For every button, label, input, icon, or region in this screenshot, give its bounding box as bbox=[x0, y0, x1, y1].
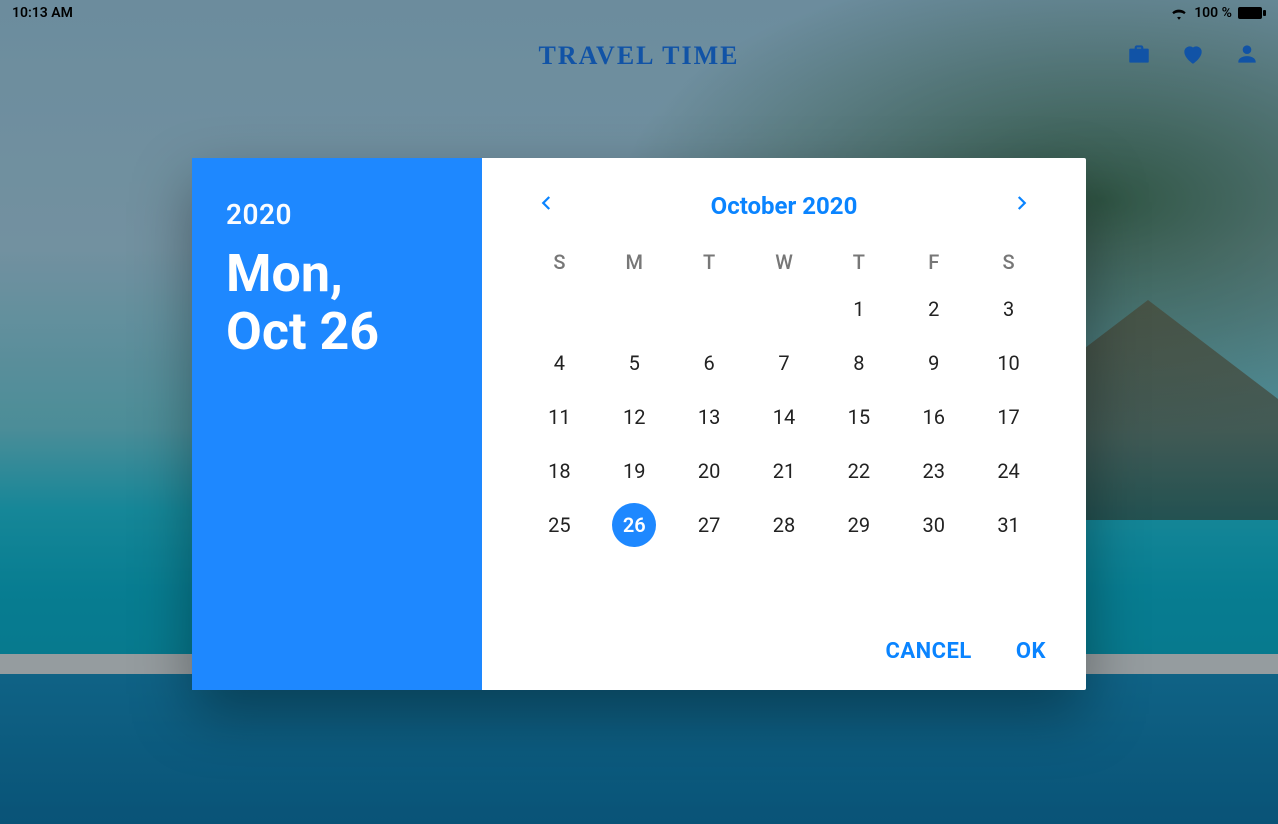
calendar-day-3[interactable]: 3 bbox=[971, 282, 1046, 336]
chevron-right-icon bbox=[1012, 194, 1030, 216]
calendar-day-9[interactable]: 9 bbox=[896, 336, 971, 390]
calendar-day-26[interactable]: 26 bbox=[597, 498, 672, 552]
cancel-button[interactable]: CANCEL bbox=[885, 639, 971, 664]
calendar-day-13[interactable]: 13 bbox=[672, 390, 747, 444]
calendar-day-2[interactable]: 2 bbox=[896, 282, 971, 336]
calendar-day-27[interactable]: 27 bbox=[672, 498, 747, 552]
calendar-day-22[interactable]: 22 bbox=[821, 444, 896, 498]
app-header: TRAVEL TIME bbox=[0, 24, 1278, 88]
calendar-week-row: 25262728293031 bbox=[522, 498, 1046, 552]
calendar-panel: October 2020 S M T W T F S 1234567891011… bbox=[482, 158, 1086, 690]
calendar-day-12[interactable]: 12 bbox=[597, 390, 672, 444]
weekday-label: S bbox=[522, 244, 597, 280]
prev-month-button[interactable] bbox=[532, 190, 562, 220]
calendar-day-16[interactable]: 16 bbox=[896, 390, 971, 444]
calendar-day-4[interactable]: 4 bbox=[522, 336, 597, 390]
chevron-left-icon bbox=[538, 194, 556, 216]
weekday-label: M bbox=[597, 244, 672, 280]
selected-date-line2: Oct 26 bbox=[226, 303, 448, 361]
calendar-empty-cell bbox=[672, 282, 747, 336]
calendar-empty-cell bbox=[597, 282, 672, 336]
calendar-day-23[interactable]: 23 bbox=[896, 444, 971, 498]
heart-icon[interactable] bbox=[1180, 41, 1206, 71]
calendar-day-1[interactable]: 1 bbox=[821, 282, 896, 336]
calendar-day-8[interactable]: 8 bbox=[821, 336, 896, 390]
app-logo: TRAVEL TIME bbox=[539, 41, 740, 71]
calendar-grid: 1234567891011121314151617181920212223242… bbox=[522, 282, 1046, 552]
calendar-day-18[interactable]: 18 bbox=[522, 444, 597, 498]
calendar-day-29[interactable]: 29 bbox=[821, 498, 896, 552]
date-picker-dialog: 2020 Mon, Oct 26 October 2020 bbox=[192, 158, 1086, 690]
selected-date-display[interactable]: Mon, Oct 26 bbox=[226, 245, 448, 361]
person-icon[interactable] bbox=[1234, 41, 1260, 71]
weekday-label: S bbox=[971, 244, 1046, 280]
calendar-day-30[interactable]: 30 bbox=[896, 498, 971, 552]
status-time: 10:13 AM bbox=[12, 5, 73, 21]
selected-year[interactable]: 2020 bbox=[226, 198, 448, 231]
calendar-day-6[interactable]: 6 bbox=[672, 336, 747, 390]
calendar-day-21[interactable]: 21 bbox=[747, 444, 822, 498]
calendar-empty-cell bbox=[747, 282, 822, 336]
calendar-day-19[interactable]: 19 bbox=[597, 444, 672, 498]
month-title[interactable]: October 2020 bbox=[711, 192, 858, 220]
battery-icon bbox=[1238, 6, 1266, 20]
ok-button[interactable]: OK bbox=[1016, 639, 1046, 664]
calendar-day-31[interactable]: 31 bbox=[971, 498, 1046, 552]
calendar-day-11[interactable]: 11 bbox=[522, 390, 597, 444]
weekday-label: F bbox=[896, 244, 971, 280]
briefcase-icon[interactable] bbox=[1126, 41, 1152, 71]
header-actions bbox=[1126, 24, 1260, 88]
dialog-actions: CANCEL OK bbox=[885, 639, 1046, 664]
calendar-week-row: 45678910 bbox=[522, 336, 1046, 390]
calendar-day-15[interactable]: 15 bbox=[821, 390, 896, 444]
calendar-day-24[interactable]: 24 bbox=[971, 444, 1046, 498]
next-month-button[interactable] bbox=[1006, 190, 1036, 220]
calendar-week-row: 123 bbox=[522, 282, 1046, 336]
calendar-day-20[interactable]: 20 bbox=[672, 444, 747, 498]
status-bar: 10:13 AM 100 % bbox=[0, 0, 1278, 24]
calendar-week-row: 18192021222324 bbox=[522, 444, 1046, 498]
weekday-label: T bbox=[672, 244, 747, 280]
calendar-day-10[interactable]: 10 bbox=[971, 336, 1046, 390]
month-navigation: October 2020 bbox=[522, 186, 1046, 226]
calendar-day-5[interactable]: 5 bbox=[597, 336, 672, 390]
weekday-label: T bbox=[821, 244, 896, 280]
calendar-day-14[interactable]: 14 bbox=[747, 390, 822, 444]
weekday-header-row: S M T W T F S bbox=[522, 244, 1046, 280]
calendar-week-row: 11121314151617 bbox=[522, 390, 1046, 444]
calendar-day-7[interactable]: 7 bbox=[747, 336, 822, 390]
calendar-day-25[interactable]: 25 bbox=[522, 498, 597, 552]
calendar-day-17[interactable]: 17 bbox=[971, 390, 1046, 444]
selected-date-line1: Mon, bbox=[226, 245, 448, 303]
wifi-icon bbox=[1170, 6, 1188, 20]
date-picker-header: 2020 Mon, Oct 26 bbox=[192, 158, 482, 690]
calendar-empty-cell bbox=[522, 282, 597, 336]
status-battery-text: 100 % bbox=[1194, 5, 1232, 21]
weekday-label: W bbox=[747, 244, 822, 280]
calendar-day-28[interactable]: 28 bbox=[747, 498, 822, 552]
